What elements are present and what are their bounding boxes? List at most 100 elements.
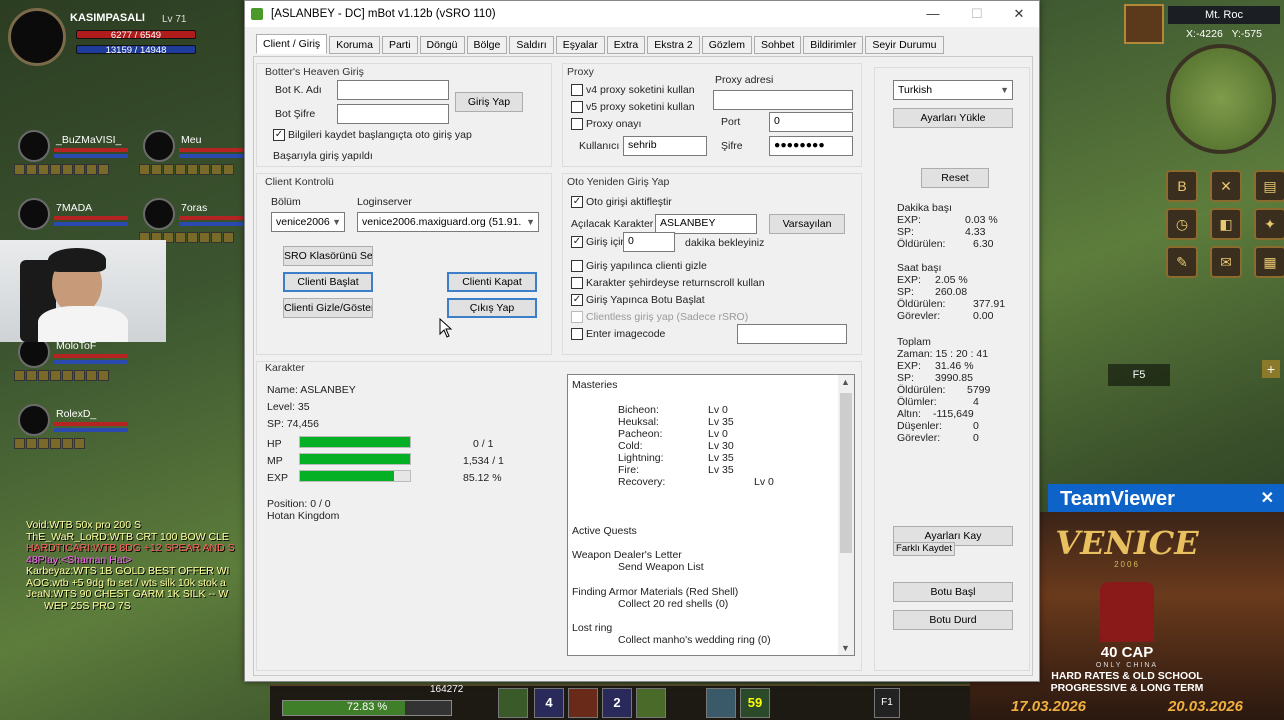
- start-bot-checkbox[interactable]: ✓ Giriş Yapınca Botu Başlat: [571, 294, 705, 306]
- tab-bolge[interactable]: Bölge: [466, 36, 508, 54]
- party-member[interactable]: MoloToF: [0, 336, 130, 386]
- stop-bot-button[interactable]: Botu Durd: [893, 610, 1013, 630]
- tab-gozlem[interactable]: Gözlem: [701, 36, 752, 54]
- party-member[interactable]: RolexD_: [0, 404, 130, 454]
- proxy-pass-input[interactable]: ●●●●●●●●: [769, 136, 853, 156]
- section-select[interactable]: venice2006 ▼: [271, 212, 345, 232]
- proxy-confirm-label: Proxy onayı: [586, 118, 642, 130]
- skill-slot[interactable]: ▤: [1254, 170, 1284, 202]
- skill-slot[interactable]: ✉: [1210, 246, 1242, 278]
- tab-seyir-durumu[interactable]: Seyir Durumu: [865, 36, 944, 54]
- mastery-level: Lv 0: [708, 404, 728, 416]
- info-list[interactable]: Masteries Bicheon: Lv 0 Heuksal: Lv 35 P…: [567, 374, 855, 656]
- party-name: 7MADA: [56, 202, 93, 214]
- client-control-group: Client Kontrolü Bölüm Loginserver venice…: [256, 173, 552, 355]
- proxy-port-label: Port: [721, 116, 741, 128]
- skill-slot[interactable]: B: [1166, 170, 1198, 202]
- character-group: Karakter Name: ASLANBEY Level: 35 SP: 74…: [256, 361, 862, 671]
- login-button[interactable]: Giriş Yap: [455, 92, 523, 112]
- skill-slot[interactable]: ◧: [1210, 208, 1242, 240]
- bot-user-input[interactable]: [337, 80, 449, 100]
- start-client-button[interactable]: Clienti Başlat: [283, 272, 373, 292]
- sro-folder-button[interactable]: SRO Klasörünü Seç: [283, 246, 373, 266]
- load-settings-button[interactable]: Ayarları Yükle: [893, 108, 1013, 128]
- mp-label: MP: [267, 455, 283, 467]
- group-title: Proxy: [567, 66, 594, 78]
- scrollbar[interactable]: ▲ ▼: [838, 375, 854, 655]
- hotbar-page[interactable]: F5: [1108, 364, 1170, 386]
- logout-button[interactable]: Çıkış Yap: [447, 298, 537, 318]
- proxy-port-input[interactable]: 0: [769, 112, 853, 132]
- wait-input[interactable]: 0: [623, 232, 675, 252]
- proxy-user-input[interactable]: sehrib: [623, 136, 707, 156]
- hotbar-slot[interactable]: [706, 688, 736, 718]
- returnscroll-checkbox[interactable]: Karakter şehirdeyse returnscroll kullan: [571, 277, 765, 289]
- group-title: Client Kontrolü: [265, 176, 334, 188]
- maximize-icon[interactable]: ☐: [955, 1, 999, 27]
- f-key[interactable]: F1: [874, 688, 900, 718]
- tab-extra[interactable]: Extra: [606, 36, 646, 54]
- player-level: Lv 71: [162, 14, 187, 25]
- tab-bildirimler[interactable]: Bildirimler: [803, 36, 864, 54]
- skill-slot[interactable]: ◷: [1166, 208, 1198, 240]
- proxy-confirm-checkbox[interactable]: Proxy onayı: [571, 118, 641, 130]
- reset-button[interactable]: Reset: [921, 168, 989, 188]
- language-select[interactable]: Turkish ▼: [893, 80, 1013, 100]
- close-client-button[interactable]: Clienti Kapat: [447, 272, 537, 292]
- imagecode-input[interactable]: [737, 324, 847, 344]
- skill-grid: B ✕ ▤ ◷ ◧ ✦ ✎ ✉ ▦: [1166, 170, 1284, 278]
- player-name: KASIMPASALI: [70, 12, 145, 24]
- mastery-level: Lv 35: [708, 416, 734, 428]
- party-member[interactable]: Meu: [125, 130, 255, 180]
- webcam-overlay: [0, 240, 166, 342]
- char-input[interactable]: ASLANBEY: [655, 214, 757, 234]
- tab-parti[interactable]: Parti: [381, 36, 418, 54]
- proxy-v5-checkbox[interactable]: v5 proxy soketini kullan: [571, 101, 695, 113]
- remember-checkbox[interactable]: ✓ Bilgileri kaydet başlangıçta oto giriş …: [273, 129, 472, 141]
- hide-client-checkbox[interactable]: Giriş yapılınca clienti gizle: [571, 260, 707, 272]
- hotbar-slot[interactable]: [498, 688, 528, 718]
- tab-esyalar[interactable]: Eşyalar: [555, 36, 605, 54]
- chevron-up-icon[interactable]: ▲: [841, 377, 850, 387]
- bot-pass-input[interactable]: [337, 104, 449, 124]
- auto-login-checkbox[interactable]: ✓ Oto girişi aktifleştir: [571, 196, 672, 208]
- per-minute-title: Dakika başı: [897, 202, 952, 214]
- party-buffs: [14, 164, 109, 175]
- wait-checkbox[interactable]: ✓ Giriş için: [571, 236, 626, 248]
- scrollbar-thumb[interactable]: [840, 393, 852, 553]
- stat-label: Öldürülen:: [897, 298, 946, 310]
- skill-slot[interactable]: ✦: [1254, 208, 1284, 240]
- hotbar-slot[interactable]: [568, 688, 598, 718]
- hotbar-slot[interactable]: [636, 688, 666, 718]
- hotbar-slot[interactable]: 4: [534, 688, 564, 718]
- start-bot-button[interactable]: Botu Başl: [893, 582, 1013, 602]
- tab-dongu[interactable]: Döngü: [419, 36, 465, 54]
- tab-sohbet[interactable]: Sohbet: [753, 36, 802, 54]
- per-hour-title: Saat başı: [897, 262, 942, 274]
- defaults-button[interactable]: Varsayılan: [769, 214, 845, 234]
- party-member[interactable]: _BuZMaVISI_: [0, 130, 130, 180]
- proxy-addr-input[interactable]: [713, 90, 853, 110]
- close-icon[interactable]: ✕: [997, 1, 1041, 27]
- clientless-checkbox[interactable]: Clientless giriş yap (Sadece rSRO): [571, 311, 748, 323]
- imagecode-checkbox[interactable]: Enter imagecode: [571, 328, 665, 340]
- minimap[interactable]: [1166, 44, 1276, 154]
- save-as-button[interactable]: Farklı Kaydet: [893, 542, 955, 556]
- tab-koruma[interactable]: Koruma: [329, 36, 380, 54]
- skill-slot[interactable]: ▦: [1254, 246, 1284, 278]
- tab-saldiri[interactable]: Saldırı: [509, 36, 554, 54]
- hotbar-slot[interactable]: 59: [740, 688, 770, 718]
- hotbar-slot[interactable]: 2: [602, 688, 632, 718]
- skill-slot[interactable]: ✕: [1210, 170, 1242, 202]
- minimize-icon[interactable]: —: [911, 1, 955, 27]
- loginserver-select[interactable]: venice2006.maxiguard.org (51.91. ▼: [357, 212, 539, 232]
- close-icon[interactable]: ✕: [1261, 488, 1274, 508]
- tab-client-login[interactable]: Client / Giriş: [256, 34, 328, 54]
- plus-icon[interactable]: +: [1262, 360, 1280, 378]
- chevron-down-icon[interactable]: ▼: [841, 643, 850, 653]
- toggle-client-button[interactable]: Clienti Gizle/Göster: [283, 298, 373, 318]
- party-avatar: [143, 130, 175, 162]
- tab-ekstra2[interactable]: Ekstra 2: [647, 36, 700, 54]
- proxy-v4-checkbox[interactable]: v4 proxy soketini kullan: [571, 84, 695, 96]
- skill-slot[interactable]: ✎: [1166, 246, 1198, 278]
